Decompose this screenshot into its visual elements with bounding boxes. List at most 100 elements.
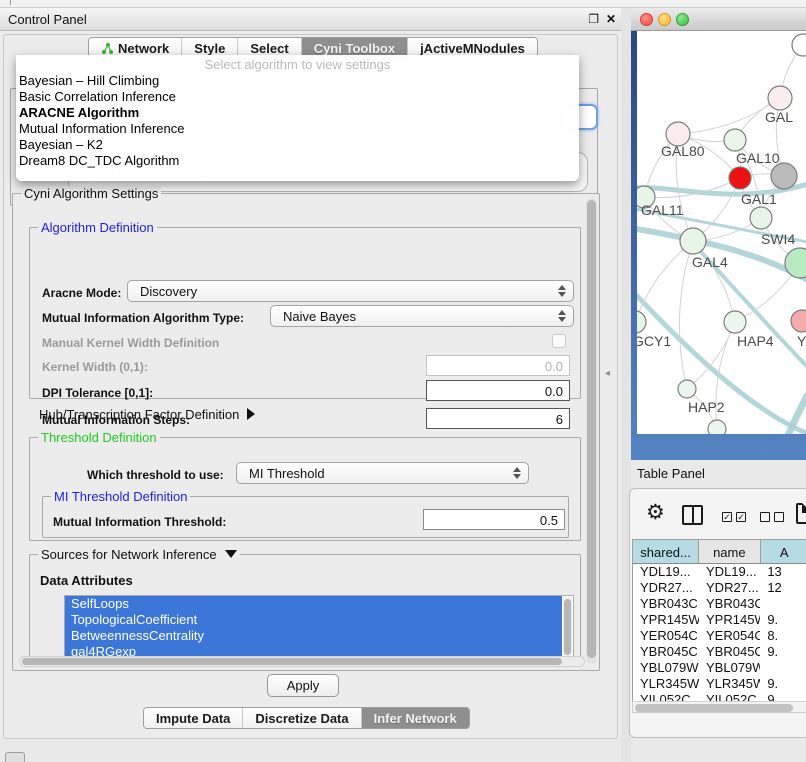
- tab-discretize-data[interactable]: Discretize Data: [243, 708, 361, 728]
- attribute-item-selected[interactable]: BetweennessCentrality: [65, 628, 562, 644]
- settings-h-scrollbar[interactable]: [19, 656, 585, 667]
- column-header-name[interactable]: name: [699, 540, 760, 563]
- dropdown-item[interactable]: Bayesian – K2: [16, 137, 579, 153]
- table-row[interactable]: YBR045CYBR045C9.: [633, 644, 806, 660]
- tab-infer-network[interactable]: Infer Network: [362, 708, 469, 728]
- minimized-panel-icon[interactable]: [5, 752, 25, 762]
- network-node[interactable]: [771, 163, 797, 189]
- network-canvas[interactable]: GALGAL80GAL10GAL1SWI4GAL11GAL4GCY1HAP4YH…: [637, 31, 806, 434]
- table-panel: ⚙ ✓ ✓ shared... name A YDL19...YDL19...1…: [629, 488, 806, 738]
- network-node[interactable]: [792, 34, 806, 56]
- splitter-grip-icon[interactable]: ◂: [605, 368, 610, 379]
- table-cell: YDR27...: [699, 580, 760, 596]
- network-node[interactable]: [785, 248, 806, 278]
- table-toolbar: ⚙ ✓ ✓: [630, 495, 806, 535]
- minimize-window-button[interactable]: [658, 13, 671, 26]
- cyni-settings-group: Cyni Algorithm Settings Algorithm Defini…: [12, 193, 600, 671]
- network-node-label: GCY1: [637, 333, 671, 349]
- checked-checkbox-icon[interactable]: ✓: [722, 512, 732, 522]
- settings-group-title: Cyni Algorithm Settings: [21, 186, 161, 201]
- table-row[interactable]: YBL079WYBL079W: [633, 660, 806, 676]
- table-row[interactable]: YLR345WYLR345W9.: [633, 676, 806, 692]
- screen: Control Panel ❐ ✕ Network Style Select C…: [0, 0, 806, 762]
- sources-group-title[interactable]: Sources for Network Inference: [38, 547, 240, 562]
- dropdown-item[interactable]: Bayesian – Hill Climbing: [16, 73, 579, 89]
- float-panel-icon[interactable]: ❐: [588, 12, 599, 26]
- collapsed-arrow-icon: [247, 408, 255, 420]
- table-body: YDL19...YDL19...13YDR27...YDR27...12YBR0…: [633, 564, 806, 704]
- hub-definition-toggle[interactable]: Hub/Transcription Factor Definition: [39, 407, 255, 422]
- mi-threshold-group-title: MI Threshold Definition: [51, 489, 190, 504]
- node-table: shared... name A YDL19...YDL19...13YDR27…: [632, 539, 806, 704]
- dpi-tolerance-label: DPI Tolerance [0,1]:: [42, 386, 153, 400]
- aracne-mode-combo[interactable]: Discovery: [127, 280, 574, 302]
- settings-scrollbar[interactable]: [586, 198, 597, 664]
- split-columns-icon[interactable]: [682, 505, 703, 525]
- network-node[interactable]: [724, 311, 746, 333]
- table-h-scrollbar[interactable]: [632, 701, 806, 713]
- network-node-label: GAL10: [736, 150, 780, 166]
- table-row[interactable]: YER054CYER054C8.: [633, 628, 806, 644]
- network-node[interactable]: [768, 86, 792, 110]
- table-cell: 13: [760, 564, 806, 580]
- close-panel-icon[interactable]: ✕: [606, 12, 616, 26]
- column-header-partial[interactable]: A: [761, 540, 806, 563]
- table-cell: 9.: [760, 612, 806, 628]
- stepper-icon: [558, 310, 566, 322]
- dpi-tolerance-field[interactable]: 0.0: [426, 380, 570, 401]
- attribute-item-selected[interactable]: SelfLoops: [65, 596, 562, 612]
- table-row[interactable]: YDL19...YDL19...13: [633, 564, 806, 580]
- mi-algorithm-type-label: Mutual Information Algorithm Type:: [42, 311, 244, 325]
- mi-threshold-group: MI Threshold Definition Mutual Informati…: [42, 496, 569, 538]
- table-row[interactable]: YDR27...YDR27...12: [633, 580, 806, 596]
- table-cell: [760, 660, 806, 676]
- dropdown-item-selected[interactable]: ARACNE Algorithm: [16, 105, 579, 121]
- checked-checkbox-icon[interactable]: ✓: [736, 512, 746, 522]
- table-cell: YER054C: [633, 628, 699, 644]
- network-node[interactable]: [791, 310, 806, 332]
- document-icon[interactable]: [796, 503, 806, 524]
- mi-algorithm-type-combo[interactable]: Naive Bayes: [270, 305, 574, 327]
- table-cell: YBL079W: [633, 660, 699, 676]
- dropdown-item[interactable]: Basic Correlation Inference: [16, 89, 579, 105]
- table-row[interactable]: YBR043CYBR043C: [633, 596, 806, 612]
- table-row[interactable]: YPR145WYPR145W9.: [633, 612, 806, 628]
- threshold-definition-group: Threshold Definition Which threshold to …: [29, 437, 581, 541]
- column-header-shared-name[interactable]: shared...: [633, 540, 699, 563]
- network-window-titlebar[interactable]: [631, 8, 806, 31]
- attribute-item-selected[interactable]: TopologicalCoefficient: [65, 612, 562, 628]
- tab-impute-data[interactable]: Impute Data: [144, 708, 243, 728]
- network-node[interactable]: [678, 380, 696, 398]
- gear-icon[interactable]: ⚙: [646, 503, 665, 523]
- attributes-scrollbar[interactable]: [563, 597, 572, 659]
- tab-network-label: Network: [118, 41, 169, 56]
- table-cell: YBR043C: [633, 596, 699, 612]
- control-panel-header: Control Panel ❐ ✕: [0, 8, 621, 31]
- network-node[interactable]: [724, 129, 746, 151]
- network-node[interactable]: [637, 311, 646, 333]
- table-cell: YBL079W: [699, 660, 760, 676]
- which-threshold-combo[interactable]: MI Threshold: [236, 462, 529, 484]
- network-node[interactable]: [750, 207, 772, 229]
- dropdown-item[interactable]: Mutual Information Inference: [16, 121, 579, 137]
- kernel-width-field[interactable]: 0.0: [426, 355, 570, 376]
- mi-threshold-field[interactable]: 0.5: [423, 509, 565, 530]
- apply-button[interactable]: Apply: [267, 674, 339, 697]
- unchecked-checkbox-icon[interactable]: [774, 512, 784, 522]
- table-cell: YER054C: [699, 628, 760, 644]
- table-cell: [760, 596, 806, 612]
- manual-kernel-checkbox[interactable]: [552, 334, 566, 348]
- network-node[interactable]: [729, 167, 751, 189]
- mi-steps-field[interactable]: 6: [426, 408, 570, 429]
- close-window-button[interactable]: [640, 13, 653, 26]
- network-node-label: GAL1: [741, 191, 777, 207]
- data-attributes-list[interactable]: SelfLoops TopologicalCoefficient Between…: [64, 595, 574, 659]
- network-view-window: GALGAL80GAL10GAL1SWI4GAL11GAL4GCY1HAP4YH…: [631, 8, 806, 460]
- kernel-width-label: Kernel Width (0,1):: [42, 360, 148, 374]
- network-node[interactable]: [680, 228, 706, 254]
- dropdown-item[interactable]: Dream8 DC_TDC Algorithm: [16, 153, 579, 169]
- unchecked-checkbox-icon[interactable]: [760, 512, 770, 522]
- zoom-window-button[interactable]: [676, 13, 689, 26]
- network-node[interactable]: [708, 420, 726, 434]
- table-cell: YBR045C: [699, 644, 760, 660]
